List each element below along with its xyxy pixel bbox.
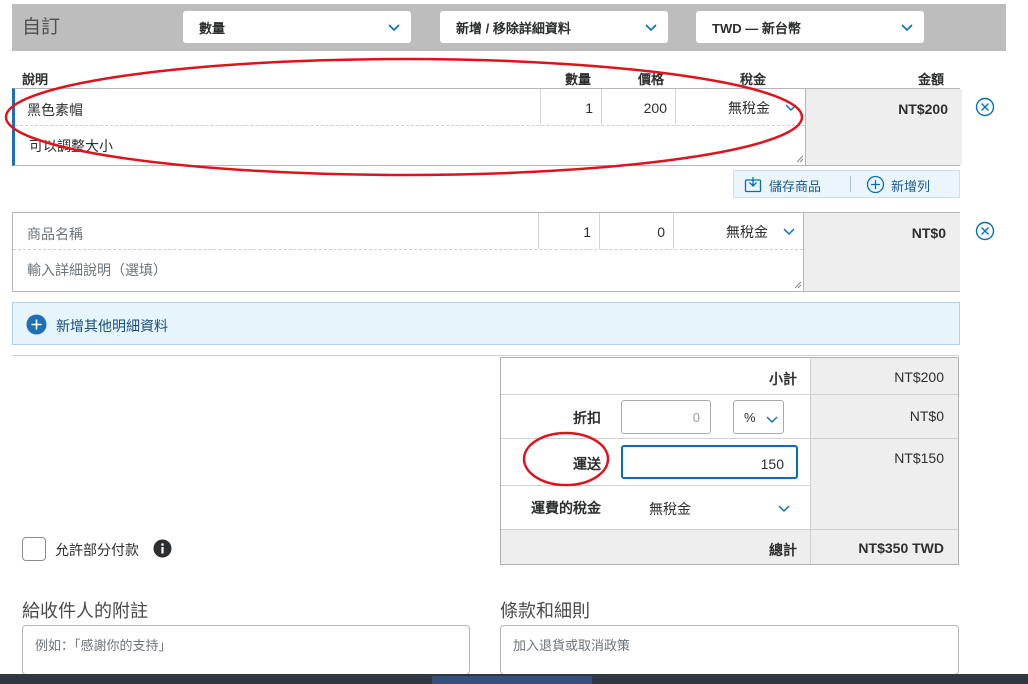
add-more-details-button[interactable]: 新增其他明細資料 [12,302,960,345]
shipping-tax-select[interactable]: 無稅金 [621,490,798,524]
column-header-price: 價格 [638,72,665,87]
line-item: 黑色素帽 1 200 無稅金 可以調整大小 NT$200 [12,88,962,166]
add-row-icon [866,175,885,194]
note-title: 給收件人的附註 [22,601,148,621]
chevron-down-icon [783,228,795,235]
row-divider [501,485,810,486]
total-value: NT$350 TWD [858,540,944,556]
chevron-down-icon [388,24,400,32]
chevron-down-icon [778,505,790,512]
item-quantity-input[interactable]: 1 [539,213,600,249]
currency-select-value: TWD — 新台幣 [712,21,801,36]
invoice-toolbar: 數量 新增 / 移除詳細資料 TWD — 新台幣 [12,4,1006,51]
item-amount: NT$200 [805,89,962,165]
discount-input[interactable]: 0 [621,400,711,434]
resize-handle-icon[interactable] [796,155,804,163]
add-row-button[interactable]: 新增列 [891,176,930,195]
details-select[interactable]: 新增 / 移除詳細資料 [440,11,668,43]
item-tax-select[interactable]: 無稅金 [676,89,805,125]
row-divider [501,394,958,395]
column-header-description: 說明 [22,72,49,87]
row-divider [501,438,958,439]
note-textarea[interactable]: 例如：「感謝你的支持」 [22,625,470,675]
item-tax-select[interactable]: 無稅金 [674,213,803,249]
item-name-input[interactable]: 商品名稱 [13,213,539,249]
bottom-strip-highlight [432,676,592,684]
resize-handle-icon[interactable] [794,281,802,289]
discount-unit-value: % [744,410,756,425]
item-price-input[interactable]: 0 [600,213,674,249]
subtotal-value: NT$200 [894,369,944,385]
currency-select[interactable]: TWD — 新台幣 [696,11,924,43]
item-tax-value: 無稅金 [726,224,768,240]
item-name-input[interactable]: 黑色素帽 [15,89,541,125]
discount-unit-select[interactable]: % [733,400,784,434]
plus-circle-icon [26,314,47,335]
add-more-details-label: 新增其他明細資料 [56,318,168,334]
terms-textarea[interactable]: 加入退貨或取消政策 [500,625,959,675]
item-description-input[interactable]: 可以調整大小 [15,125,805,165]
details-select-value: 新增 / 移除詳細資料 [456,21,571,36]
chevron-down-icon [766,416,778,423]
chevron-down-icon [645,24,657,32]
remove-item-icon[interactable] [975,97,995,117]
item-tax-value: 無稅金 [728,100,770,116]
item-quantity-input[interactable]: 1 [541,89,602,125]
save-item-button[interactable]: 儲存商品 [769,176,821,195]
quantity-select[interactable]: 數量 [183,11,411,43]
discount-label: 折扣 [573,410,601,426]
item-actions-bar: 儲存商品 新增列 [733,170,960,198]
remove-item-icon[interactable] [975,221,995,241]
item-description-input[interactable]: 輸入詳細說明（選填） [13,249,803,289]
info-icon[interactable] [153,539,172,558]
shipping-tax-value: 無稅金 [649,501,691,517]
column-header-tax: 稅金 [740,72,767,87]
chevron-down-icon [785,104,797,111]
discount-value: NT$0 [909,408,944,424]
save-item-icon [744,177,762,193]
terms-title: 條款和細則 [500,601,590,621]
section-divider [12,355,959,356]
bottom-strip [0,674,1028,684]
subtotal-label: 小計 [769,371,797,387]
actions-divider [850,176,851,192]
shipping-tax-label: 運費的稅金 [531,500,601,516]
toolbar-label: 自訂 [22,17,61,38]
row-divider [501,529,958,530]
line-item: 商品名稱 1 0 無稅金 輸入詳細說明（選填） NT$0 [12,212,960,292]
shipping-input[interactable]: 150 [621,445,798,479]
chevron-down-icon [901,24,913,32]
partial-payment-label: 允許部分付款 [55,542,139,558]
item-amount: NT$0 [803,213,960,291]
shipping-label: 運送 [573,456,601,472]
shipping-value: NT$150 [894,450,944,466]
quantity-select-value: 數量 [199,21,226,36]
totals-table: 小計 NT$200 折扣 0 % NT$0 運送 150 NT$150 運費的稅… [500,357,959,565]
item-price-input[interactable]: 200 [602,89,676,125]
column-header-quantity: 數量 [565,72,592,87]
partial-payment-checkbox[interactable] [22,537,46,561]
column-header-amount: 金額 [918,72,945,87]
total-label: 總計 [769,542,797,558]
